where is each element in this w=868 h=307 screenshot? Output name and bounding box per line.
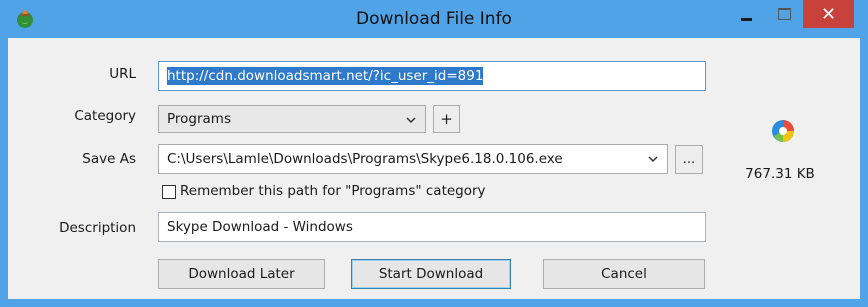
description-label: Description — [59, 220, 136, 236]
close-icon: ✕ — [820, 3, 837, 25]
url-label: URL — [109, 66, 136, 82]
remember-path-checkbox[interactable] — [162, 185, 176, 199]
description-value: Skype Download - Windows — [167, 219, 353, 235]
browse-button[interactable]: ... — [675, 145, 703, 174]
cancel-button[interactable]: Cancel — [543, 259, 705, 289]
category-select[interactable]: Programs — [158, 105, 426, 133]
save-as-label: Save As — [82, 151, 136, 167]
chevron-down-icon — [406, 117, 416, 124]
chevron-down-icon — [648, 156, 658, 163]
start-download-button[interactable]: Start Download — [351, 259, 511, 289]
download-file-info-window: Download File Info ✕ URL http://cdn.down… — [0, 0, 868, 307]
download-later-button[interactable]: Download Later — [158, 259, 325, 289]
description-input[interactable]: Skype Download - Windows — [158, 212, 706, 242]
close-button[interactable]: ✕ — [803, 0, 854, 28]
save-as-value: C:\Users\Lamle\Downloads\Programs\Skype6… — [167, 151, 563, 167]
dialog-body: URL http://cdn.downloadsmart.net/?ic_use… — [8, 38, 860, 299]
minimize-button[interactable] — [727, 0, 765, 28]
remember-path-label: Remember this path for "Programs" catego… — [180, 183, 486, 199]
minimize-icon — [740, 17, 752, 21]
maximize-button[interactable] — [765, 0, 803, 28]
url-input[interactable]: http://cdn.downloadsmart.net/?ic_user_id… — [158, 61, 706, 91]
category-value: Programs — [167, 111, 231, 127]
file-size: 767.31 KB — [745, 166, 815, 182]
add-category-button[interactable]: + — [433, 105, 460, 133]
title-bar[interactable]: Download File Info ✕ — [0, 0, 868, 38]
maximize-icon — [777, 8, 791, 20]
url-value: http://cdn.downloadsmart.net/?ic_user_id… — [167, 67, 484, 85]
category-label: Category — [74, 108, 136, 124]
save-as-combobox[interactable]: C:\Users\Lamle\Downloads\Programs\Skype6… — [158, 144, 668, 174]
skype-file-icon — [772, 120, 794, 142]
